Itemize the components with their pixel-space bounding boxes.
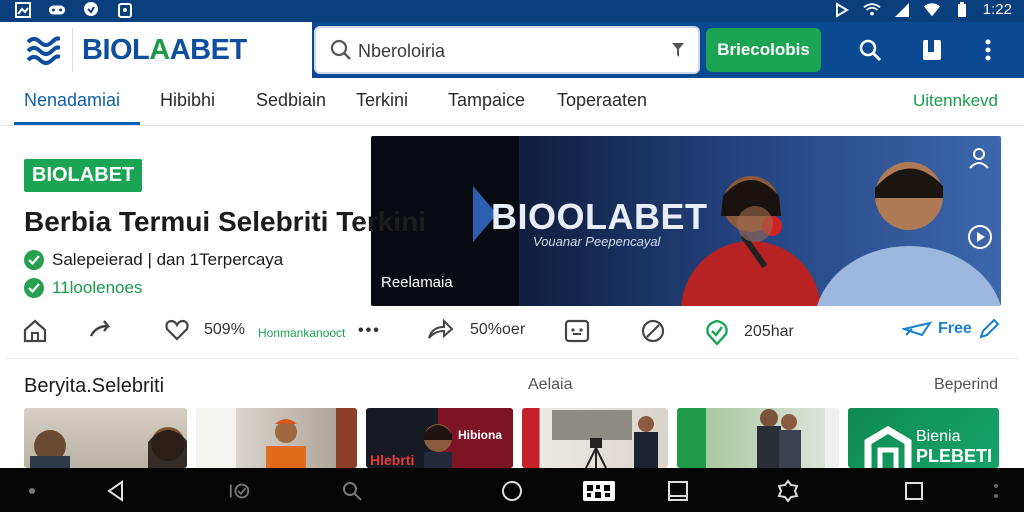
verified-pin-icon [706, 319, 728, 346]
logo-area[interactable]: BIOLAABET [0, 22, 312, 78]
nfc-icon [833, 1, 851, 18]
news-thumbnail-3[interactable]: Hibiona Hlebrti [366, 408, 513, 468]
news-thumbnail-5[interactable] [677, 408, 839, 468]
category-tabs: Nenadamiai Hibibhi Sedbiain Terkini Tamp… [0, 78, 1024, 126]
user-icon[interactable] [967, 146, 991, 175]
thumbnail-image [757, 408, 839, 468]
tab-4[interactable]: Tampaice [448, 90, 525, 111]
edit-pencil-icon [979, 318, 1000, 339]
active-tab-indicator [14, 122, 140, 125]
like-count: 509% [204, 321, 245, 338]
forward-count: 50%oer [470, 321, 526, 338]
bookmark-icon[interactable] [918, 36, 946, 64]
clipboard-icon [116, 2, 134, 18]
tab-3[interactable]: Terkini [356, 90, 408, 111]
search-icon [330, 39, 351, 60]
status-time: 1:22 [982, 1, 1012, 18]
more-dots-icon[interactable]: ••• [358, 322, 381, 340]
plane-icon [902, 321, 932, 337]
camera-mode-icon[interactable] [228, 479, 252, 503]
share-arrow-icon[interactable] [88, 318, 114, 342]
gamepad-icon [48, 2, 66, 18]
more-vert-icon[interactable] [974, 36, 1002, 64]
block-icon[interactable] [640, 318, 666, 344]
section-title: Beryita.Selebriti [24, 375, 165, 397]
signal-icon [893, 2, 911, 18]
share-label[interactable]: Honmankanooct [258, 326, 345, 340]
forward-icon [428, 318, 454, 339]
thumbnail-image [196, 408, 357, 468]
section-mid-link[interactable]: Aelaia [528, 376, 572, 394]
wifi-full-icon [923, 2, 941, 18]
home-nav-icon[interactable] [500, 479, 524, 503]
battery-icon [953, 1, 971, 18]
check-row-2: 11loolenoes [24, 278, 142, 298]
divider [6, 358, 1018, 359]
tab-right-link[interactable]: Uitennkevd [913, 91, 998, 111]
check-row-2-text: 11loolenoes [52, 278, 143, 297]
tab-2[interactable]: Sedbiain [256, 90, 326, 111]
check-circle-icon [24, 250, 44, 270]
action-row: 509% Honmankanooct ••• 50%oer 205har Fre… [6, 312, 1018, 356]
hero-banner[interactable]: BIOOLABET Vouanar Peepencayal Reelamaia [371, 136, 1001, 306]
filter-icon[interactable] [670, 40, 686, 60]
gallery-icon [14, 2, 32, 18]
primary-action-button[interactable]: Briecolobis [706, 28, 821, 72]
system-nav-bar [0, 468, 1024, 512]
like-button[interactable]: 509% [164, 318, 245, 342]
thumbnail-label-top: Bienia [916, 428, 961, 445]
search-input[interactable] [358, 38, 658, 64]
qr-code-icon[interactable] [582, 479, 616, 503]
news-thumbnail-1[interactable] [24, 408, 187, 468]
brand-badge: BIOLABET [24, 159, 143, 192]
more-vert-nav-icon[interactable] [984, 479, 1008, 503]
forward-button[interactable]: 50%oer [426, 318, 525, 342]
thumbnail-label-top: Hibiona [458, 428, 502, 442]
thumbnail-image [552, 410, 658, 468]
check-circle-icon [24, 278, 44, 298]
heart-icon [165, 319, 189, 341]
section-right-link[interactable]: Beperind [934, 376, 998, 394]
check-row-1: Salepeierad | dan 1Terpercaya [24, 250, 283, 270]
tab-5[interactable]: Toperaaten [557, 90, 647, 111]
search-nav-icon[interactable] [340, 479, 364, 503]
status-bar: 1:22 [0, 0, 1024, 22]
app-bar: BIOLAABET Briecolobis [0, 22, 1024, 78]
back-icon[interactable] [104, 479, 128, 503]
tab-0[interactable]: Nenadamiai [24, 90, 120, 111]
hero-title[interactable]: Berbia Termui Selebriti Terkini [24, 206, 426, 238]
thumbnail-label-bottom: PLEBETI [916, 446, 993, 466]
check-row-1-text: Salepeierad | dan 1Terpercaya [52, 250, 284, 269]
square-icon[interactable] [902, 479, 926, 503]
wifi-icon [863, 2, 881, 18]
settings-flower-icon[interactable] [776, 479, 800, 503]
free-label: Free [938, 320, 972, 337]
logo-waves-icon [26, 36, 60, 65]
home-icon[interactable] [22, 318, 48, 344]
thumbnail-image [30, 427, 187, 468]
comment-icon[interactable] [564, 318, 590, 344]
thumbnail-label-bottom: Hlebrti [370, 452, 415, 468]
search-icon-appbar[interactable] [856, 36, 884, 64]
tab-1[interactable]: Hibibhi [160, 90, 215, 111]
banner-logo-text: BIOOLABET [491, 196, 708, 237]
verified-count: 205har [744, 323, 794, 340]
verified-button[interactable]: 205har [704, 318, 794, 346]
news-thumbnail-4[interactable] [522, 408, 668, 468]
logo-divider [72, 28, 73, 72]
banner-tagline: Vouanar Peepencayal [533, 234, 661, 249]
search-box[interactable] [314, 26, 700, 74]
dot-icon [20, 479, 44, 503]
news-thumbnail-6[interactable]: Bienia PLEBETI [848, 408, 999, 468]
news-thumbnail-2[interactable] [196, 408, 357, 468]
banner-caption: Reelamaia [381, 274, 453, 291]
recents-icon[interactable] [666, 479, 690, 503]
chat-icon [82, 2, 100, 18]
play-circle-icon[interactable] [967, 224, 993, 255]
free-button[interactable]: Free [902, 318, 1000, 340]
logo-text: BIOLAABET [82, 34, 247, 66]
